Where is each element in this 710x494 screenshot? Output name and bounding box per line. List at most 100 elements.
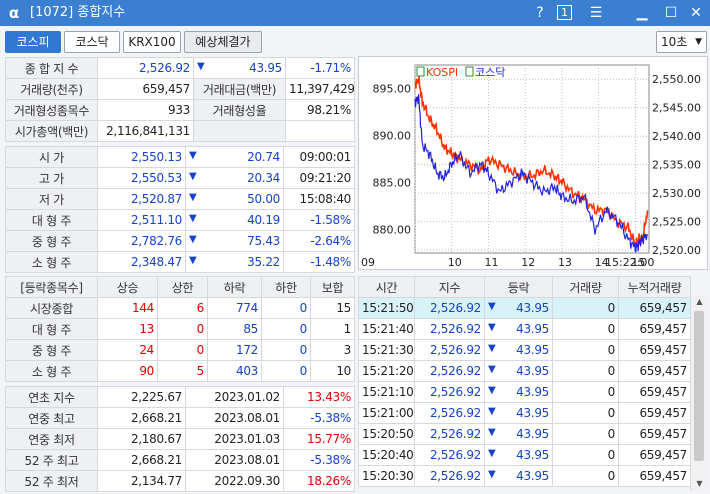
tick-row[interactable]: 15:21:40 2,526.92 ▼ 43.95 0 659,457 — [358, 318, 691, 340]
breadth-label: 중 형 주 — [5, 339, 98, 361]
tab-expected-price[interactable]: 예상체결가 — [184, 31, 262, 53]
table-row: 저 가 2,520.87 ▼ 50.00 15:08:40 — [5, 188, 355, 210]
tick-volume: 0 — [552, 318, 619, 340]
menu-icon[interactable]: ☰ — [586, 3, 606, 23]
breadth-count: 90 — [97, 360, 158, 382]
tick-row[interactable]: 15:21:20 2,526.92 ▼ 43.95 0 659,457 — [358, 360, 691, 382]
scroll-up-icon[interactable]: ▲ — [691, 295, 708, 309]
ohlc-rate: -1.48% — [283, 251, 355, 273]
table-row: 52 주 최저 2,134.77 2022.09.30 18.26% — [5, 470, 355, 492]
tick-row[interactable]: 15:21:30 2,526.92 ▼ 43.95 0 659,457 — [358, 339, 691, 361]
yearly-value: 2,134.77 — [97, 470, 186, 492]
tick-index: 2,526.92 — [414, 381, 485, 403]
tick-volume: 0 — [552, 423, 619, 445]
breadth-count: 24 — [97, 339, 158, 361]
help-button[interactable]: ? — [530, 3, 550, 23]
yearly-date: 2023.08.01 — [185, 449, 284, 471]
tick-change: 43.95 — [516, 322, 549, 336]
breadth-header: [등락종목수] — [5, 276, 98, 298]
tab-kosdaq[interactable]: 코스닥 — [64, 31, 120, 53]
tick-row[interactable]: 15:21:10 2,526.92 ▼ 43.95 0 659,457 — [358, 381, 691, 403]
left-tick-label: 895.00 — [373, 83, 412, 96]
ohlc-change: 20.34 — [247, 171, 280, 185]
tick-scrollbar[interactable]: ▲ ▼ — [690, 295, 707, 491]
tab-krx100[interactable]: KRX100 — [123, 31, 181, 53]
tick-cum-volume: 659,457 — [618, 465, 691, 487]
tick-time: 15:21:30 — [358, 339, 415, 361]
tick-change-cell: ▼ 43.95 — [484, 465, 553, 487]
ohlc-table: 시 가 2,550.13 ▼ 20.74 09:00:01 고 가 2,550.53 ▼ 20.… — [5, 146, 355, 273]
tick-row[interactable]: 15:20:40 2,526.92 ▼ 43.95 0 659,457 — [358, 444, 691, 466]
plot-area — [414, 64, 650, 254]
maximize-icon[interactable]: ☐ — [661, 3, 681, 23]
yearly-rate: 15.77% — [283, 428, 355, 450]
tick-table[interactable]: 시간 지수 등락 거래량 누적거래량 15:21:50 2,526.92 ▼ 43.95 0 659… — [358, 276, 691, 487]
breadth-count: 0 — [157, 318, 208, 340]
tick-time: 15:21:00 — [358, 402, 415, 424]
legend-label: KOSPI — [426, 66, 458, 79]
table-row: 거래형성종목수 933 거래형성율 98.21% — [5, 99, 355, 121]
breadth-count: 85 — [207, 318, 262, 340]
down-arrow-icon: ▼ — [488, 406, 496, 417]
traded-ratio-value: 98.21% — [285, 99, 355, 121]
intraday-chart[interactable]: 2,550.00 2,545.00 2,540.00 2,535.00 2,530.00… — [358, 56, 708, 270]
traded-issues-label: 거래형성종목수 — [5, 99, 98, 121]
down-arrow-icon: ▼ — [189, 234, 197, 245]
tick-row[interactable]: 15:21:00 2,526.92 ▼ 43.95 0 659,457 — [358, 402, 691, 424]
ohlc-change: 40.19 — [247, 213, 280, 227]
tick-volume: 0 — [552, 381, 619, 403]
tick-index: 2,526.92 — [414, 297, 485, 319]
table-row: 시가총액(백만) 2,116,841,131 — [5, 120, 355, 142]
tick-change: 43.95 — [516, 364, 549, 378]
ohlc-time: 09:21:20 — [283, 167, 355, 189]
app-logo-icon: α — [8, 4, 20, 22]
yearly-date: 2023.08.01 — [185, 407, 284, 429]
table-row: 고 가 2,550.53 ▼ 20.34 09:21:20 — [5, 167, 355, 189]
tick-change-cell: ▼ 43.95 — [484, 444, 553, 466]
yearly-label: 52 주 최저 — [5, 470, 98, 492]
tick-row[interactable]: 15:21:50 2,526.92 ▼ 43.95 0 659,457 — [358, 297, 691, 319]
tick-row[interactable]: 15:20:50 2,526.92 ▼ 43.95 0 659,457 — [358, 423, 691, 445]
ohlc-value: 2,348.47 — [97, 251, 186, 273]
tick-volume: 0 — [552, 339, 619, 361]
down-arrow-icon: ▼ — [189, 171, 197, 182]
link-group-button[interactable]: 1 — [557, 5, 572, 20]
right-tick-label: 2,520.00 — [652, 244, 701, 257]
ohlc-label: 중 형 주 — [5, 230, 98, 252]
tab-kospi[interactable]: 코스피 — [5, 31, 61, 53]
tick-time: 15:20:40 — [358, 444, 415, 466]
tick-change: 43.95 — [516, 427, 549, 441]
table-row: 중 형 주 2,782.76 ▼ 75.43 -2.64% — [5, 230, 355, 252]
yearly-value: 2,225.67 — [97, 386, 186, 408]
minimize-icon[interactable]: ▁ — [632, 3, 652, 23]
scroll-down-icon[interactable]: ▼ — [691, 477, 708, 491]
yearly-date: 2022.09.30 — [185, 470, 284, 492]
x-tick-label: 15:22:00 — [605, 256, 654, 269]
tick-change: 43.95 — [516, 448, 549, 462]
trading-value-value: 11,397,429 — [285, 78, 355, 100]
tick-cum-volume: 659,457 — [618, 381, 691, 403]
scroll-thumb[interactable] — [694, 311, 704, 461]
ohlc-rate: -1.58% — [283, 209, 355, 231]
x-tick-label: 13 — [558, 256, 572, 269]
tick-change-cell: ▼ 43.95 — [484, 318, 553, 340]
x-tick-label: 11 — [484, 256, 498, 269]
breadth-label: 대 형 주 — [5, 318, 98, 340]
tick-index: 2,526.92 — [414, 444, 485, 466]
down-arrow-icon: ▼ — [488, 427, 496, 438]
legend-marker — [416, 66, 425, 77]
empty-cell — [193, 120, 286, 142]
left-tick-label: 890.00 — [373, 130, 412, 143]
tick-change: 43.95 — [516, 406, 549, 420]
tick-row[interactable]: 15:20:30 2,526.92 ▼ 43.95 0 659,457 — [358, 465, 691, 487]
ohlc-value: 2,520.87 — [97, 188, 186, 210]
interval-select[interactable]: 10초 ▼ — [656, 31, 707, 53]
close-icon[interactable]: ✕ — [686, 3, 706, 23]
breadth-count: 5 — [157, 360, 208, 382]
tick-volume: 0 — [552, 360, 619, 382]
breadth-label: 소 형 주 — [5, 360, 98, 382]
yearly-value: 2,668.21 — [97, 407, 186, 429]
down-arrow-icon: ▼ — [488, 469, 496, 480]
ohlc-change-cell: ▼ 20.74 — [185, 146, 284, 168]
yearly-date: 2023.01.03 — [185, 428, 284, 450]
